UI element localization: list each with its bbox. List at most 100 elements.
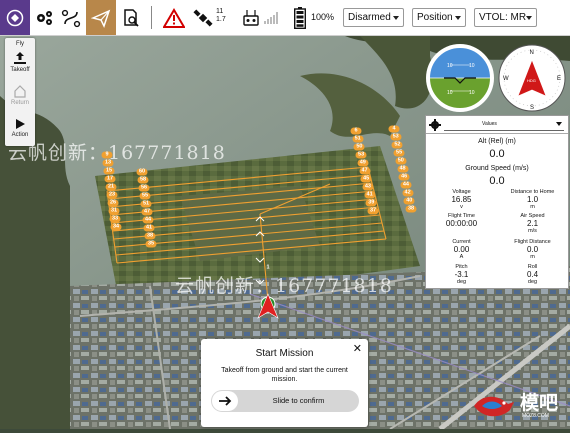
gps-hdop: 1.7 (216, 16, 226, 23)
return-button[interactable]: Return (5, 85, 35, 106)
signal-strength-indicator (263, 0, 279, 35)
waypoint-marker[interactable]: 38 (405, 205, 417, 213)
waypoint-marker[interactable]: 40 (403, 197, 415, 205)
waypoint-marker[interactable]: 41 (364, 191, 376, 199)
moz8-logo: 模吧 MOZ8.COM (468, 384, 568, 428)
play-icon (16, 119, 25, 129)
gps-indicator-button[interactable] (191, 0, 215, 35)
waypoint-marker[interactable]: 21 (105, 183, 117, 191)
alt-value: 0.0 (489, 148, 505, 160)
warning-icon (163, 7, 185, 28)
waypoint-marker[interactable]: 44 (142, 216, 154, 224)
waypoint-marker[interactable]: 52 (391, 141, 403, 149)
distance-home-unit: m (530, 204, 535, 210)
start-mission-dialog: Start Mission ✕ Takeoff from ground and … (201, 339, 368, 427)
waypoint-marker[interactable]: 15 (103, 167, 115, 175)
waypoint-marker[interactable]: 39 (365, 199, 377, 207)
message-indicator-button[interactable] (160, 0, 188, 35)
flight-distance-value: 0.0 (526, 245, 539, 254)
slide-to-confirm-slider[interactable]: Slide to confirm (211, 390, 359, 412)
compass-s: S (530, 105, 534, 111)
return-label: Return (10, 100, 29, 106)
waypoint-marker[interactable]: 42 (402, 189, 414, 197)
analyze-button[interactable] (118, 0, 144, 35)
waypoint-marker[interactable]: 47 (141, 208, 153, 216)
waypoint-marker[interactable]: 23 (106, 191, 118, 199)
logo-subtext: MOZ8.COM (522, 413, 549, 419)
waypoint-marker[interactable]: 37 (367, 207, 379, 215)
signal-bars-icon (264, 11, 278, 24)
waypoint-marker[interactable]: 17 (104, 175, 116, 183)
qgc-logo-icon (6, 9, 24, 26)
waypoint-marker[interactable]: 56 (138, 184, 150, 192)
waypoint-marker[interactable]: 46 (398, 173, 410, 181)
values-selector[interactable]: Values (444, 118, 564, 131)
waypoint-marker[interactable]: 34 (110, 223, 122, 231)
waypoint-marker[interactable]: 60 (136, 168, 148, 176)
waypoint-marker[interactable]: 55 (139, 192, 151, 200)
gear-icon[interactable] (429, 119, 441, 131)
settings-button[interactable] (32, 0, 56, 35)
gps-count-stack: 11 1.7 (216, 8, 226, 24)
vtol-state-dropdown[interactable]: VTOL: MR (474, 8, 537, 27)
takeoff-icon (14, 52, 26, 64)
pitch-mark-3: 10 (447, 90, 453, 96)
voltage-value: 16.85 (451, 195, 472, 204)
waypoint-marker[interactable]: 58 (137, 176, 149, 184)
waypoint-marker[interactable]: 55 (393, 149, 405, 157)
voltage-unit: v (460, 204, 463, 210)
takeoff-button[interactable]: Takeoff (5, 52, 35, 73)
satellite-icon (193, 8, 213, 27)
pitch-mark-4: 10 (469, 90, 475, 96)
waypoint-marker[interactable]: 43 (362, 183, 374, 191)
flight-mode-value: Position (417, 12, 453, 23)
chevron-down-icon (393, 16, 399, 20)
waypoint-marker[interactable]: 49 (357, 159, 369, 167)
values-panel: Values Alt (Rel) (m) 0.0 Ground Speed (m… (425, 115, 569, 289)
chevron-down-icon (556, 122, 562, 126)
gps-satellite-count: 11 (216, 8, 224, 15)
waypoint-marker[interactable]: 50 (353, 143, 365, 151)
waypoint-marker[interactable]: 4 (388, 125, 400, 133)
watermark-text-1: 云帆创新：167771818 (8, 142, 226, 164)
current-value: 0.00 (453, 245, 470, 254)
qgc-logo-button[interactable] (0, 0, 30, 35)
waypoint-marker[interactable]: 26 (107, 199, 119, 207)
waypoint-marker[interactable]: 31 (108, 207, 120, 215)
waypoint-marker[interactable]: 44 (400, 181, 412, 189)
waypoint-marker[interactable]: 45 (360, 175, 372, 183)
compass-e: E (557, 76, 561, 82)
plan-view-button[interactable] (58, 0, 84, 35)
roll-unit: deg (527, 279, 538, 285)
rc-rssi-button[interactable] (240, 0, 262, 35)
waypoint-marker[interactable]: 48 (397, 165, 408, 173)
waypoint-marker[interactable]: 51 (140, 200, 152, 208)
flight-mode-dropdown[interactable]: Position (412, 8, 466, 27)
takeoff-label: Takeoff (10, 67, 30, 73)
slider-knob[interactable] (212, 391, 238, 411)
waypoint-marker[interactable]: 47 (359, 167, 370, 175)
compass-n: N (530, 50, 534, 56)
waypoint-marker[interactable]: 53 (355, 151, 367, 159)
action-button[interactable]: Action (5, 118, 35, 138)
waypoint-marker[interactable]: 38 (144, 232, 156, 240)
waypoint-marker[interactable]: 41 (143, 224, 155, 232)
waypoint-marker[interactable]: 50 (395, 157, 407, 165)
close-icon[interactable]: ✕ (353, 342, 362, 355)
waypoint-marker[interactable]: 35 (145, 240, 157, 248)
fly-view-button[interactable] (86, 0, 116, 35)
rc-transmitter-icon (243, 9, 259, 26)
waypoint-marker[interactable]: 6 (350, 127, 362, 135)
return-home-icon (14, 85, 26, 98)
arm-state-dropdown[interactable]: Disarmed (343, 8, 404, 27)
toolbar-divider (151, 6, 152, 29)
watermark-text-2: 云帆创新：167771818 (175, 275, 393, 297)
waypoint-marker[interactable]: 51 (352, 135, 364, 143)
pitch-mark-2: 10 (469, 63, 475, 69)
ground-speed-value: 0.0 (489, 175, 505, 187)
waypoint-marker[interactable]: 53 (390, 133, 402, 141)
fly-strip-label: Fly (16, 41, 24, 47)
action-label: Action (11, 132, 29, 138)
waypoint-marker[interactable]: 33 (109, 215, 121, 223)
battery-indicator-button[interactable] (290, 0, 310, 35)
